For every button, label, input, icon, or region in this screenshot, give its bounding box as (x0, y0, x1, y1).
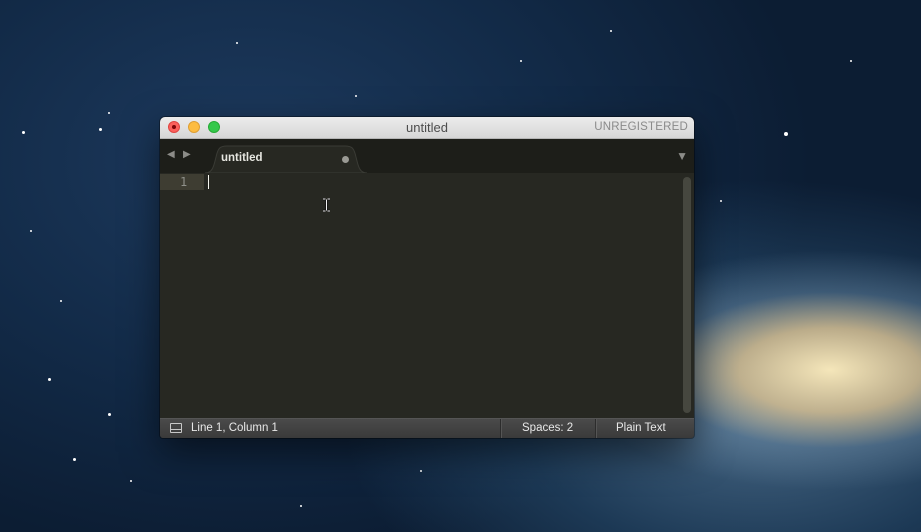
title-bar[interactable]: untitled UNREGISTERED (160, 117, 694, 139)
vertical-scrollbar[interactable] (683, 177, 691, 413)
star (60, 300, 62, 302)
star (850, 60, 852, 62)
tab-list-dropdown-icon[interactable]: ▼ (676, 150, 688, 162)
star (48, 378, 51, 381)
indentation-selector[interactable]: Spaces: 2 (522, 422, 573, 434)
star (99, 128, 102, 131)
status-divider (595, 419, 596, 438)
star (420, 470, 422, 472)
star (720, 200, 722, 202)
tab-untitled[interactable]: untitled (205, 145, 367, 173)
star (300, 505, 302, 507)
panel-toggle-icon[interactable] (170, 423, 182, 433)
star (108, 413, 111, 416)
editor-window: untitled UNREGISTERED ◀ ▶ untitled ▼ 1 L… (160, 117, 694, 438)
status-bar: Line 1, Column 1 Spaces: 2 Plain Text (160, 418, 694, 438)
line-number: 1 (180, 175, 188, 189)
cursor-position: Line 1, Column 1 (191, 422, 278, 434)
star (355, 95, 357, 97)
unsaved-dot-icon[interactable] (342, 156, 349, 163)
status-divider (500, 419, 501, 438)
star (22, 131, 25, 134)
tab-bar: ◀ ▶ untitled ▼ (160, 139, 694, 173)
star (130, 480, 132, 482)
license-status: UNREGISTERED (594, 121, 688, 133)
star (73, 458, 76, 461)
ibeam-cursor-icon (323, 198, 330, 212)
star (520, 60, 522, 62)
tab-label: untitled (221, 152, 263, 164)
text-caret (208, 175, 209, 189)
star (30, 230, 32, 232)
star (784, 132, 788, 136)
syntax-selector[interactable]: Plain Text (616, 422, 666, 434)
star (108, 112, 110, 114)
star (610, 30, 612, 32)
star (236, 42, 238, 44)
nav-forward-icon[interactable]: ▶ (183, 150, 191, 160)
text-editor[interactable]: 1 (160, 173, 694, 418)
nav-back-icon[interactable]: ◀ (167, 150, 175, 160)
